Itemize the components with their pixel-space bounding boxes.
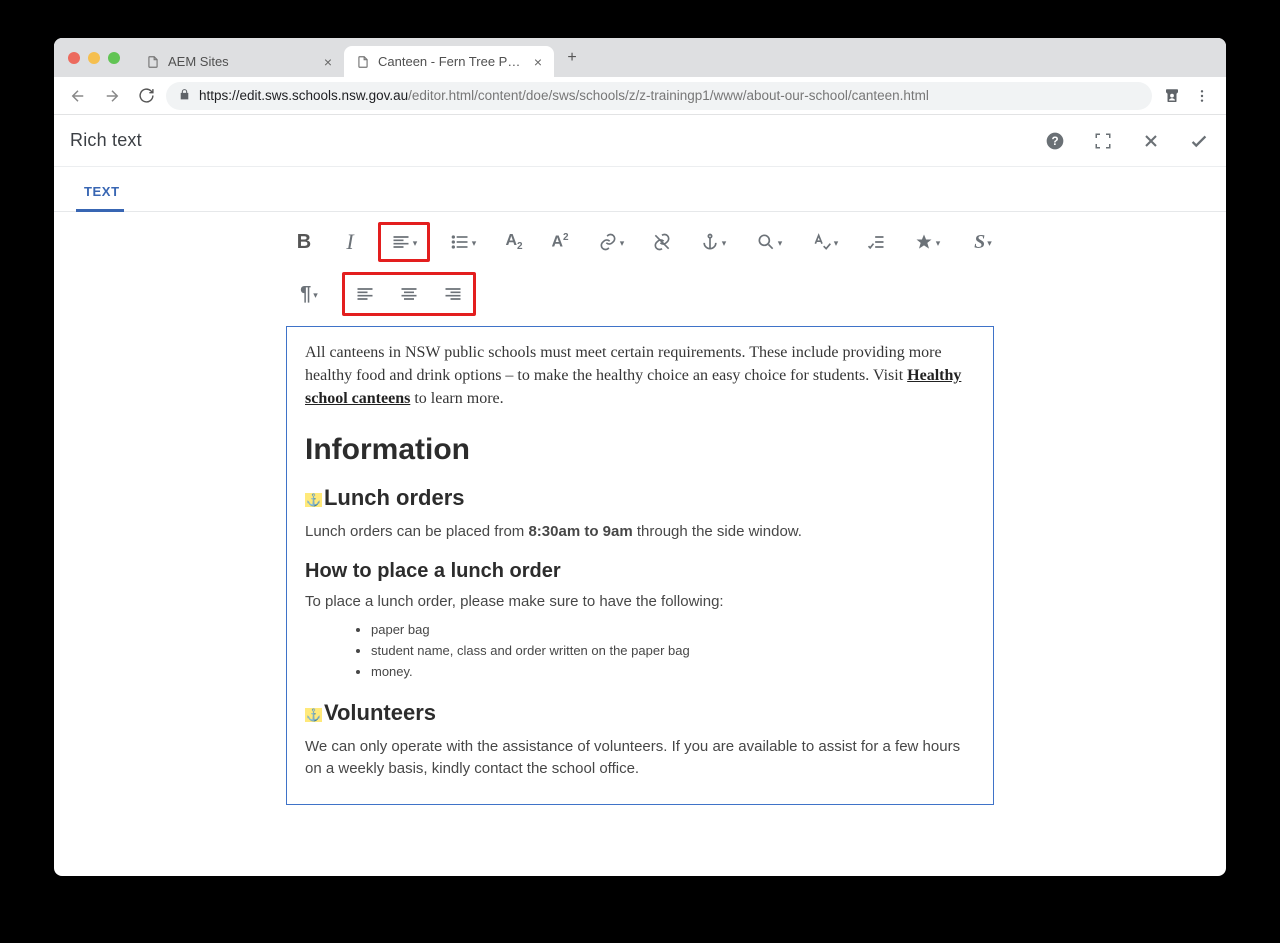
- find-replace-dropdown[interactable]: ▾: [746, 225, 792, 259]
- tab-label: AEM Sites: [168, 54, 316, 69]
- anchor-dropdown[interactable]: ▾: [690, 225, 736, 259]
- lunch-orders-text: Lunch orders can be placed from 8:30am t…: [305, 521, 975, 543]
- heading-how-to: How to place a lunch order: [305, 560, 975, 583]
- dialog-actions: ?: [1044, 130, 1210, 152]
- window-minimize-button[interactable]: [88, 52, 100, 64]
- window-zoom-button[interactable]: [108, 52, 120, 64]
- tab-label: Canteen - Fern Tree Public Sch: [378, 54, 526, 69]
- requirements-list: paper bag student name, class and order …: [371, 619, 975, 682]
- browser-toolbar: https://edit.sws.schools.nsw.gov.au/edit…: [54, 77, 1226, 115]
- align-right-button[interactable]: [435, 277, 471, 311]
- rich-text-editor[interactable]: All canteens in NSW public schools must …: [286, 326, 994, 805]
- forward-button[interactable]: [98, 82, 126, 110]
- browser-tab-strip: AEM Sites × Canteen - Fern Tree Public S…: [54, 38, 1226, 77]
- anchor-icon: ⚓: [305, 493, 322, 507]
- page-icon: [356, 55, 370, 69]
- rte-toolbar: B I ▾ ▾ A2 A2 ▾: [54, 212, 1226, 316]
- spellcheck-dropdown[interactable]: ▾: [802, 225, 848, 259]
- heading-lunch-orders: ⚓Lunch orders: [305, 485, 975, 511]
- cancel-button[interactable]: [1140, 130, 1162, 152]
- browser-window: AEM Sites × Canteen - Fern Tree Public S…: [54, 38, 1226, 876]
- dialog-tabs: TEXT: [54, 167, 1226, 212]
- list-item: paper bag: [371, 619, 975, 640]
- highlight-alignment-dropdown: ▾: [378, 222, 430, 262]
- highlight-alignment-options: [342, 272, 476, 316]
- reload-button[interactable]: [132, 82, 160, 110]
- tab-indicator: [76, 209, 124, 212]
- close-icon[interactable]: ×: [534, 55, 542, 69]
- tab-text[interactable]: TEXT: [76, 167, 128, 211]
- lock-icon: [178, 88, 191, 104]
- special-chars-dropdown[interactable]: ▾: [904, 225, 950, 259]
- anchor-icon: ⚓: [305, 708, 322, 722]
- intro-paragraph: All canteens in NSW public schools must …: [305, 341, 975, 411]
- list-item: money.: [371, 661, 975, 682]
- svg-text:?: ?: [1051, 135, 1058, 148]
- done-button[interactable]: [1188, 130, 1210, 152]
- heading-volunteers: ⚓Volunteers: [305, 700, 975, 726]
- back-button[interactable]: [64, 82, 92, 110]
- list-dropdown[interactable]: ▾: [440, 225, 486, 259]
- superscript-button[interactable]: A2: [542, 225, 578, 259]
- heading-information: Information: [305, 433, 975, 467]
- list-item: student name, class and order written on…: [371, 640, 975, 661]
- styles-dropdown[interactable]: S ▾: [960, 225, 1006, 259]
- new-tab-button[interactable]: +: [560, 46, 584, 70]
- bold-button[interactable]: B: [286, 225, 322, 259]
- window-controls: [54, 52, 134, 64]
- close-icon[interactable]: ×: [324, 55, 332, 69]
- browser-tab-aem-sites[interactable]: AEM Sites ×: [134, 46, 344, 77]
- hyperlink-dropdown[interactable]: ▾: [588, 225, 634, 259]
- dialog-header: Rich text ?: [54, 115, 1226, 167]
- address-bar[interactable]: https://edit.sws.schools.nsw.gov.au/edit…: [166, 82, 1152, 110]
- url-text: https://edit.sws.schools.nsw.gov.au/edit…: [199, 88, 929, 103]
- browser-tab-canteen[interactable]: Canteen - Fern Tree Public Sch ×: [344, 46, 554, 77]
- fullscreen-button[interactable]: [1092, 130, 1114, 152]
- volunteers-text: We can only operate with the assistance …: [305, 736, 975, 780]
- paraformat-dropdown[interactable]: ¶▾: [286, 277, 332, 311]
- alignment-dropdown[interactable]: ▾: [381, 225, 427, 259]
- page-icon: [146, 55, 160, 69]
- window-close-button[interactable]: [68, 52, 80, 64]
- source-edit-button[interactable]: [858, 225, 894, 259]
- subscript-button[interactable]: A2: [496, 225, 532, 259]
- align-left-button[interactable]: [347, 277, 383, 311]
- howto-intro: To place a lunch order, please make sure…: [305, 591, 975, 613]
- align-center-button[interactable]: [391, 277, 427, 311]
- italic-button[interactable]: I: [332, 225, 368, 259]
- browser-menu-button[interactable]: [1188, 82, 1216, 110]
- help-button[interactable]: ?: [1044, 130, 1066, 152]
- profile-icon[interactable]: [1158, 82, 1186, 110]
- dialog-title: Rich text: [70, 130, 142, 151]
- unlink-button[interactable]: [644, 225, 680, 259]
